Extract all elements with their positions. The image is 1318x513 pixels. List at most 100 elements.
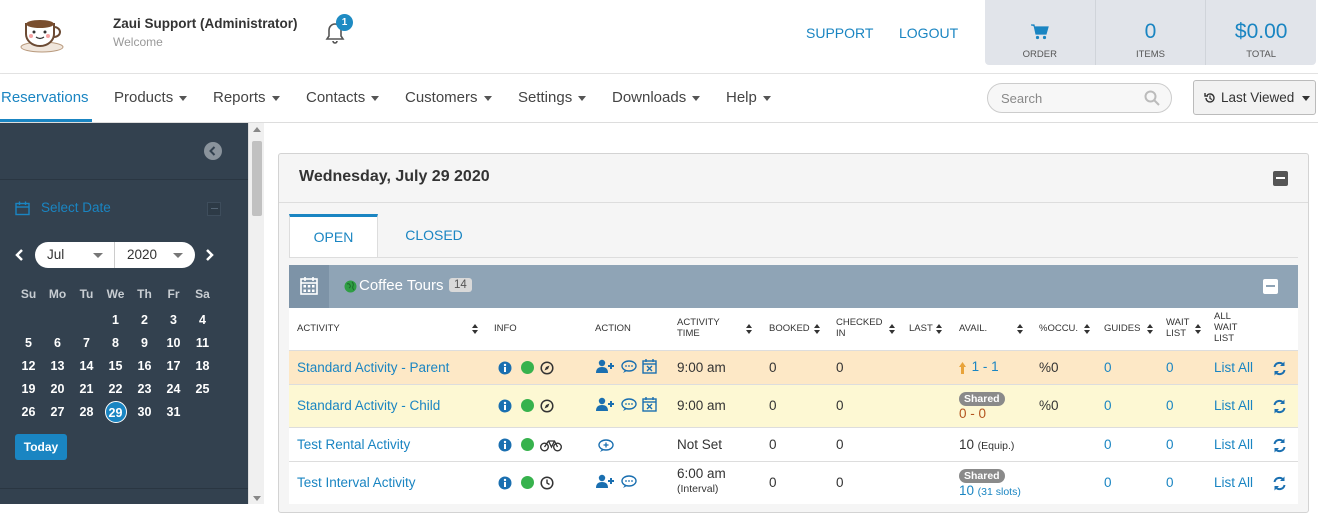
sort-icon[interactable] — [746, 324, 753, 334]
calendar-cancel-icon[interactable] — [642, 397, 657, 412]
search-input[interactable]: Search — [987, 83, 1172, 113]
calendar-day[interactable]: 9 — [130, 333, 159, 353]
activity-link[interactable]: Test Interval Activity — [297, 475, 416, 490]
table-row[interactable]: Standard Activity - Child 9:00 am 0 0 Sh… — [289, 384, 1298, 427]
calendar-day[interactable]: 2 — [130, 310, 159, 330]
chevron-left-icon[interactable] — [14, 248, 24, 262]
total-cell[interactable]: $0.00 TOTAL — [1206, 0, 1316, 65]
scroll-down-icon[interactable] — [253, 496, 261, 501]
calendar-day[interactable]: 5 — [14, 333, 43, 353]
calendar-day[interactable]: 30 — [130, 402, 159, 422]
nav-help[interactable]: Help — [726, 89, 771, 106]
calendar-day[interactable]: 18 — [188, 356, 217, 376]
guides-value[interactable]: 0 — [1104, 437, 1112, 452]
calendar-day[interactable]: 13 — [43, 356, 72, 376]
tab-open[interactable]: OPEN — [289, 214, 378, 257]
calendar-day[interactable]: 7 — [72, 333, 101, 353]
activity-link[interactable]: Test Rental Activity — [297, 437, 410, 452]
nav-downloads[interactable]: Downloads — [612, 89, 701, 106]
refresh-icon[interactable] — [1272, 399, 1287, 414]
calendar-day[interactable]: 3 — [159, 310, 188, 330]
comment-add-icon[interactable] — [598, 438, 614, 453]
nav-customers[interactable]: Customers — [405, 89, 492, 106]
refresh-icon[interactable] — [1272, 476, 1287, 491]
col-activity[interactable]: ACTIVITY — [297, 323, 340, 334]
sort-icon[interactable] — [1017, 324, 1024, 334]
collapse-date-icon[interactable] — [207, 202, 221, 216]
notification-badge[interactable]: 1 — [336, 14, 353, 31]
calendar-day[interactable]: 22 — [101, 379, 130, 399]
calendar-day-selected[interactable]: 29 — [104, 401, 127, 423]
list-all-link[interactable]: List All — [1214, 360, 1253, 375]
avail-value[interactable]: 0 - 0 — [959, 406, 986, 421]
calendar-day[interactable]: 10 — [159, 333, 188, 353]
calendar-day[interactable]: 27 — [43, 402, 72, 422]
calendar-day[interactable]: 17 — [159, 356, 188, 376]
calendar-day[interactable]: 23 — [130, 379, 159, 399]
col-avail[interactable]: AVAIL. — [959, 323, 987, 334]
guides-value[interactable]: 0 — [1104, 398, 1112, 413]
info-icon[interactable] — [498, 399, 512, 413]
sort-icon[interactable] — [814, 324, 821, 334]
table-row[interactable]: Test Rental Activity Not Set 0 0 10 (Equ… — [289, 427, 1298, 461]
calendar-day[interactable]: 16 — [130, 356, 159, 376]
user-name[interactable]: Zaui Support (Administrator) — [113, 16, 298, 31]
scroll-up-icon[interactable] — [253, 127, 261, 132]
logout-link[interactable]: LOGOUT — [899, 25, 958, 41]
wait-list-value[interactable]: 0 — [1166, 360, 1174, 375]
guides-value[interactable]: 0 — [1104, 475, 1112, 490]
sort-icon[interactable] — [936, 324, 943, 334]
calendar-day[interactable]: 11 — [188, 333, 217, 353]
calendar-cancel-icon[interactable] — [642, 359, 657, 374]
calendar-day[interactable]: 28 — [72, 402, 101, 422]
info-icon[interactable] — [498, 476, 512, 490]
wait-list-value[interactable]: 0 — [1166, 475, 1174, 490]
calendar-day[interactable]: 15 — [101, 356, 130, 376]
nav-settings[interactable]: Settings — [518, 89, 587, 106]
support-link[interactable]: SUPPORT — [806, 25, 873, 41]
comment-icon[interactable] — [620, 359, 637, 374]
table-row[interactable]: Standard Activity - Parent 9:00 am 0 0 1… — [289, 350, 1298, 384]
add-user-icon[interactable] — [596, 474, 615, 489]
order-cell[interactable]: ORDER — [985, 0, 1096, 65]
col-booked[interactable]: BOOKED — [769, 323, 810, 334]
col-guides[interactable]: GUIDES — [1104, 323, 1140, 334]
tab-closed[interactable]: CLOSED — [384, 214, 484, 257]
chevron-right-icon[interactable] — [205, 248, 215, 262]
calendar-day[interactable]: 21 — [72, 379, 101, 399]
nav-reports[interactable]: Reports — [213, 89, 280, 106]
nav-contacts[interactable]: Contacts — [306, 89, 380, 106]
calendar-day[interactable]: 19 — [14, 379, 43, 399]
group-minimize-icon[interactable] — [1263, 279, 1278, 294]
col-wait-list[interactable]: WAIT LIST — [1166, 317, 1196, 339]
sort-icon[interactable] — [1195, 324, 1202, 334]
list-all-link[interactable]: List All — [1214, 437, 1253, 452]
calendar-day[interactable]: 1 — [101, 310, 130, 330]
scrollbar[interactable] — [248, 123, 264, 504]
items-cell[interactable]: 0 ITEMS — [1096, 0, 1207, 65]
sort-icon[interactable] — [472, 324, 479, 334]
list-all-link[interactable]: List All — [1214, 475, 1253, 490]
calendar-day[interactable]: 25 — [188, 379, 217, 399]
comment-icon[interactable] — [620, 474, 637, 489]
col-occupancy[interactable]: %OCCU. — [1039, 323, 1078, 334]
group-header[interactable]: Coffee Tours 14 — [289, 265, 1298, 308]
calendar-day[interactable]: 20 — [43, 379, 72, 399]
avail-value[interactable]: 1 - 1 — [972, 359, 999, 374]
col-checked-in[interactable]: CHECKED IN — [836, 317, 891, 339]
info-icon[interactable] — [498, 438, 512, 452]
sort-icon[interactable] — [1084, 324, 1091, 334]
calendar-day[interactable]: 4 — [188, 310, 217, 330]
sort-icon[interactable] — [889, 324, 896, 334]
panel-minimize-icon[interactable] — [1273, 171, 1288, 186]
guides-value[interactable]: 0 — [1104, 360, 1112, 375]
wait-list-value[interactable]: 0 — [1166, 437, 1174, 452]
add-user-icon[interactable] — [596, 397, 615, 412]
col-last[interactable]: LAST — [909, 323, 933, 334]
collapse-sidebar-icon[interactable] — [204, 142, 222, 160]
table-row[interactable]: Test Interval Activity 6:00 am (Interval… — [289, 461, 1298, 504]
calendar-day[interactable]: 8 — [101, 333, 130, 353]
calendar-day[interactable]: 31 — [159, 402, 188, 422]
activity-link[interactable]: Standard Activity - Child — [297, 398, 440, 413]
col-activity-time[interactable]: ACTIVITY TIME — [677, 317, 732, 339]
